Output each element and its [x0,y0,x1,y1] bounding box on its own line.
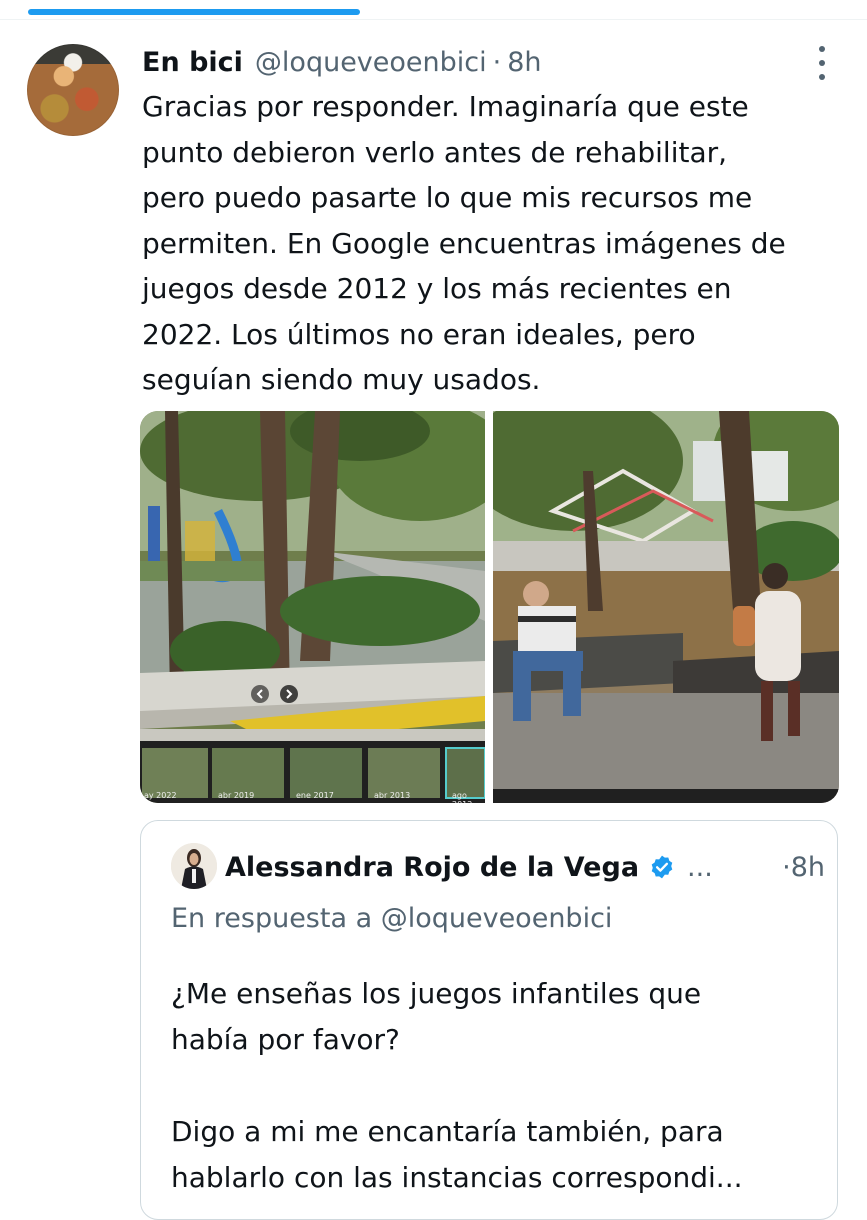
more-vertical-icon[interactable] [812,46,832,80]
separator-dot: · [492,46,502,78]
people-sitting-photo[interactable] [493,411,839,803]
author-avatar[interactable] [27,44,119,136]
verified-badge-icon [651,855,673,879]
thumbnail-date: ay 2022 [144,791,177,800]
thumbnail-date: abr 2019 [218,791,255,800]
quoted-tweet-header: Alessandra Rojo de la Vega ... ·8h [225,847,825,887]
chevron-right-icon [280,685,298,703]
tweet-time[interactable]: 8h [507,47,541,78]
thumbnail-date: ago 2012 [452,791,472,803]
top-divider [0,19,867,20]
reply-to-label[interactable]: En respuesta a @loqueveoenbici [171,903,612,934]
quoted-tweet[interactable]: Alessandra Rojo de la Vega ... ·8h En re… [140,820,838,1220]
park-playground-photo[interactable]: ay 2022 abr 2019 ene 2017 abr 2013 ago 2… [140,411,485,803]
tweet-header: En bici @loqueveoenbici · 8h [142,42,542,82]
author-name[interactable]: En bici [142,47,243,78]
quoted-author-name[interactable]: Alessandra Rojo de la Vega [225,852,639,883]
quoted-tweet-text: ¿Me enseñas los juegos infantiles que ha… [171,977,743,1194]
name-truncation: ... [687,851,713,883]
quoted-author-avatar[interactable] [171,843,217,889]
loading-progress [0,0,867,20]
quoted-tweet-time: ·8h [782,852,825,883]
quoted-time-value[interactable]: 8h [791,852,825,883]
tweet-media[interactable]: ay 2022 abr 2019 ene 2017 abr 2013 ago 2… [140,411,839,803]
thumbnail-date: abr 2013 [374,791,411,800]
thumbnail-date: ene 2017 [296,791,334,800]
tweet-text: Gracias por responder. Imaginaría que es… [142,90,786,396]
author-handle[interactable]: @loqueveoenbici [255,47,487,78]
thumbnail-dates: ay 2022 abr 2019 ene 2017 abr 2013 ago 2… [140,791,485,803]
chevron-left-icon [251,685,269,703]
separator-dot: · [782,851,791,883]
loading-progress-bar [28,9,360,15]
